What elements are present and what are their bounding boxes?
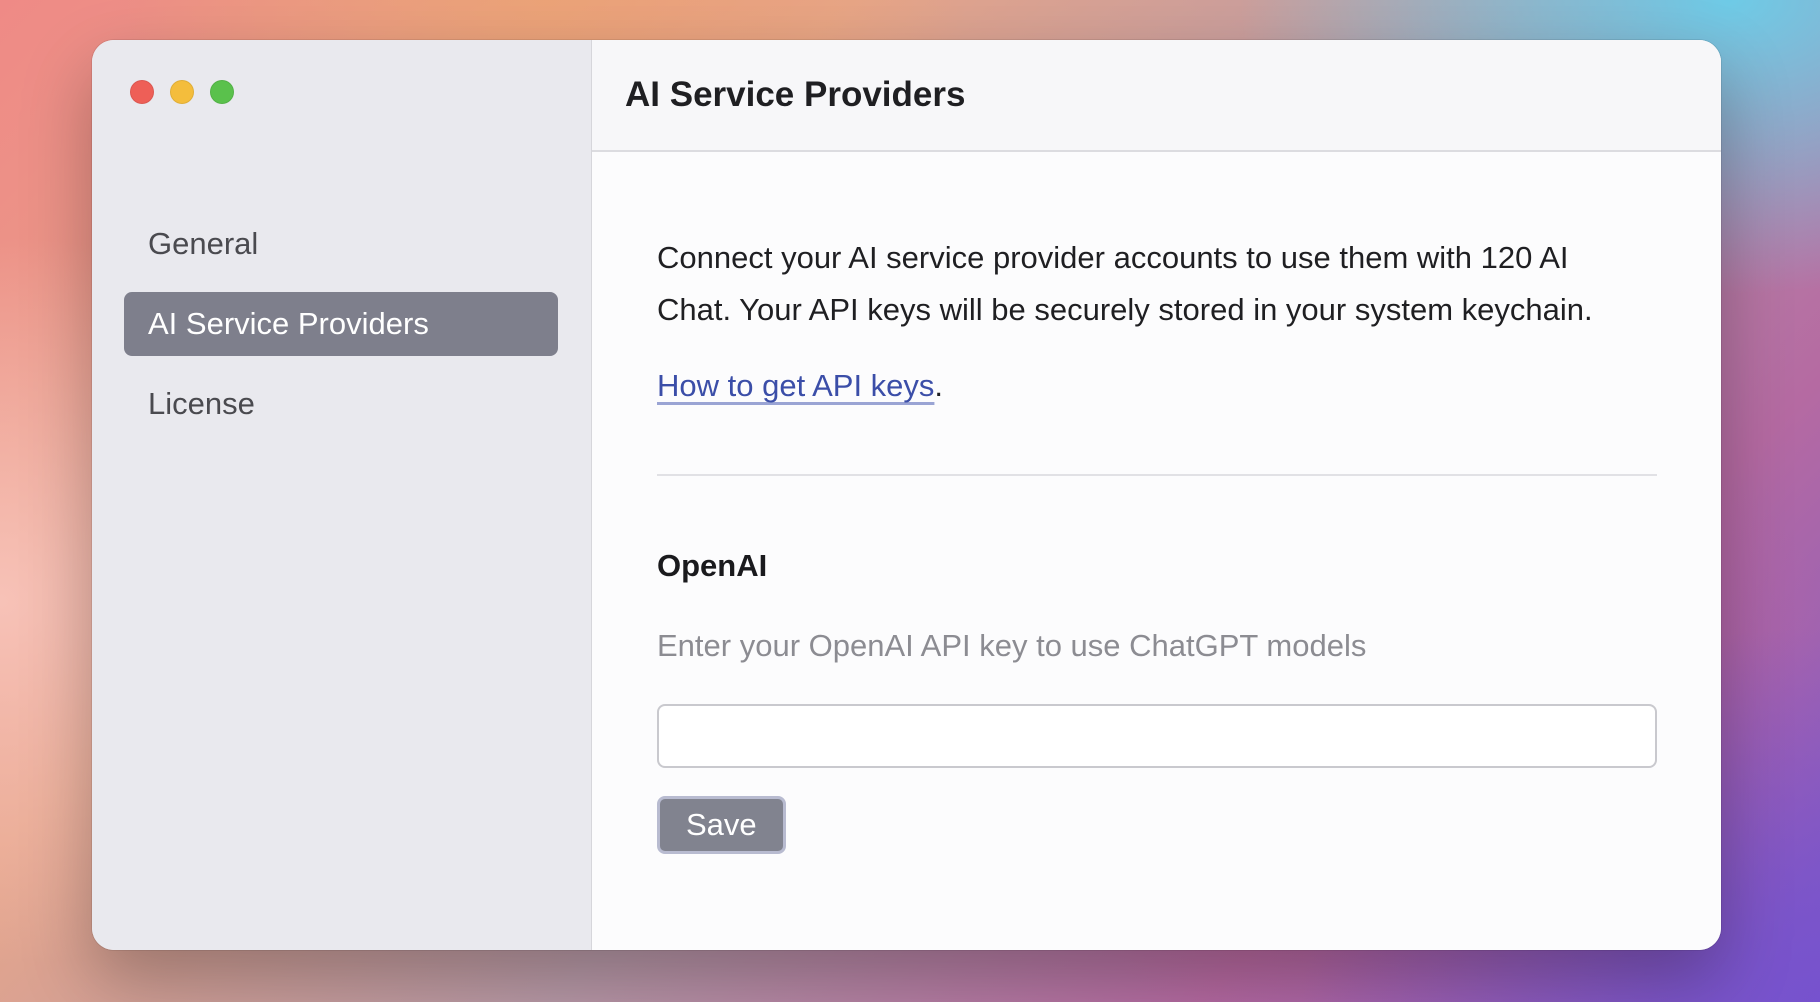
intro-line-2: Chat. Your API keys will be securely sto… xyxy=(657,292,1593,327)
api-keys-help-link[interactable]: How to get API keys xyxy=(657,368,934,403)
sidebar-item-license[interactable]: License xyxy=(124,372,558,436)
close-window-button[interactable] xyxy=(130,80,154,104)
help-link-line: How to get API keys. xyxy=(657,368,1657,404)
save-button[interactable]: Save xyxy=(657,796,786,854)
main-panel: AI Service Providers Connect your AI ser… xyxy=(592,40,1721,950)
traffic-lights xyxy=(130,80,234,104)
sidebar-item-label: General xyxy=(148,226,259,261)
sidebar-item-label: AI Service Providers xyxy=(148,306,429,341)
settings-window: General AI Service Providers License AI … xyxy=(92,40,1721,950)
page-header: AI Service Providers xyxy=(592,40,1721,152)
zoom-window-button[interactable] xyxy=(210,80,234,104)
intro-line-1: Connect your AI service provider account… xyxy=(657,240,1569,275)
sidebar-item-ai-service-providers[interactable]: AI Service Providers xyxy=(124,292,558,356)
link-suffix: . xyxy=(934,368,944,403)
content-area: Connect your AI service provider account… xyxy=(657,152,1657,854)
page-title: AI Service Providers xyxy=(625,75,966,114)
sidebar-item-general[interactable]: General xyxy=(124,212,558,276)
section-divider xyxy=(657,474,1657,476)
sidebar-item-label: License xyxy=(148,386,255,421)
provider-description: Enter your OpenAI API key to use ChatGPT… xyxy=(657,628,1367,663)
provider-name: OpenAI xyxy=(657,548,768,583)
sidebar: General AI Service Providers License xyxy=(92,40,592,950)
minimize-window-button[interactable] xyxy=(170,80,194,104)
openai-api-key-input[interactable] xyxy=(657,704,1657,768)
intro-text: Connect your AI service provider account… xyxy=(657,232,1657,336)
sidebar-nav: General AI Service Providers License xyxy=(124,212,558,452)
